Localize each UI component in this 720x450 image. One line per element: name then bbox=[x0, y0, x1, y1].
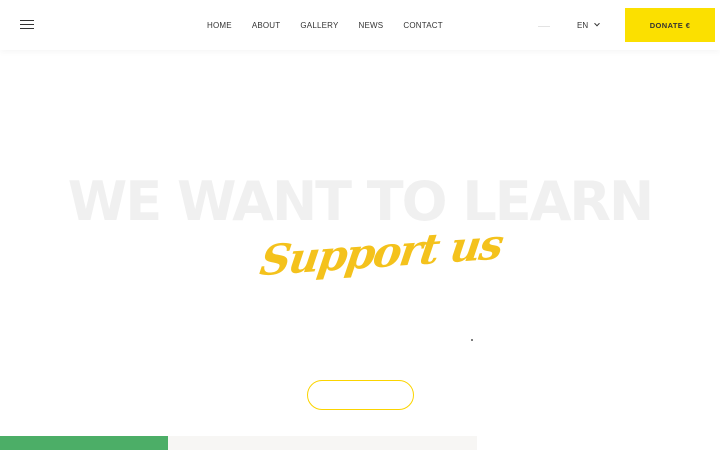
hero-script-title: Support us bbox=[257, 219, 505, 286]
hero-background-title: WE WANT TO LEARN bbox=[67, 170, 654, 233]
slider-dot[interactable] bbox=[471, 339, 473, 341]
language-label: EN bbox=[577, 20, 589, 30]
language-selector[interactable]: EN bbox=[577, 20, 600, 30]
hamburger-menu-icon[interactable] bbox=[20, 20, 34, 30]
nav-about[interactable]: ABOUT bbox=[252, 21, 281, 30]
search-placeholder-line[interactable] bbox=[538, 26, 550, 27]
site-header: HOME ABOUT GALLERY NEWS CONTACT EN DONAT… bbox=[0, 0, 720, 50]
main-nav: HOME ABOUT GALLERY NEWS CONTACT bbox=[207, 0, 463, 50]
nav-gallery[interactable]: GALLERY bbox=[300, 21, 338, 30]
hamburger-line bbox=[20, 20, 34, 22]
green-color-strip bbox=[0, 436, 168, 450]
hero-script-title-wrap: Support us bbox=[257, 220, 505, 303]
chevron-down-icon bbox=[594, 20, 600, 27]
hamburger-line bbox=[20, 24, 34, 26]
nav-news[interactable]: NEWS bbox=[359, 21, 384, 30]
hamburger-line bbox=[20, 28, 34, 30]
donate-button[interactable]: DONATE € bbox=[625, 8, 715, 42]
hero-cta-button[interactable] bbox=[307, 380, 414, 410]
nav-contact[interactable]: CONTACT bbox=[403, 21, 442, 30]
page: HOME ABOUT GALLERY NEWS CONTACT EN DONAT… bbox=[0, 0, 720, 450]
grey-color-strip bbox=[168, 436, 477, 450]
nav-home[interactable]: HOME bbox=[207, 21, 232, 30]
